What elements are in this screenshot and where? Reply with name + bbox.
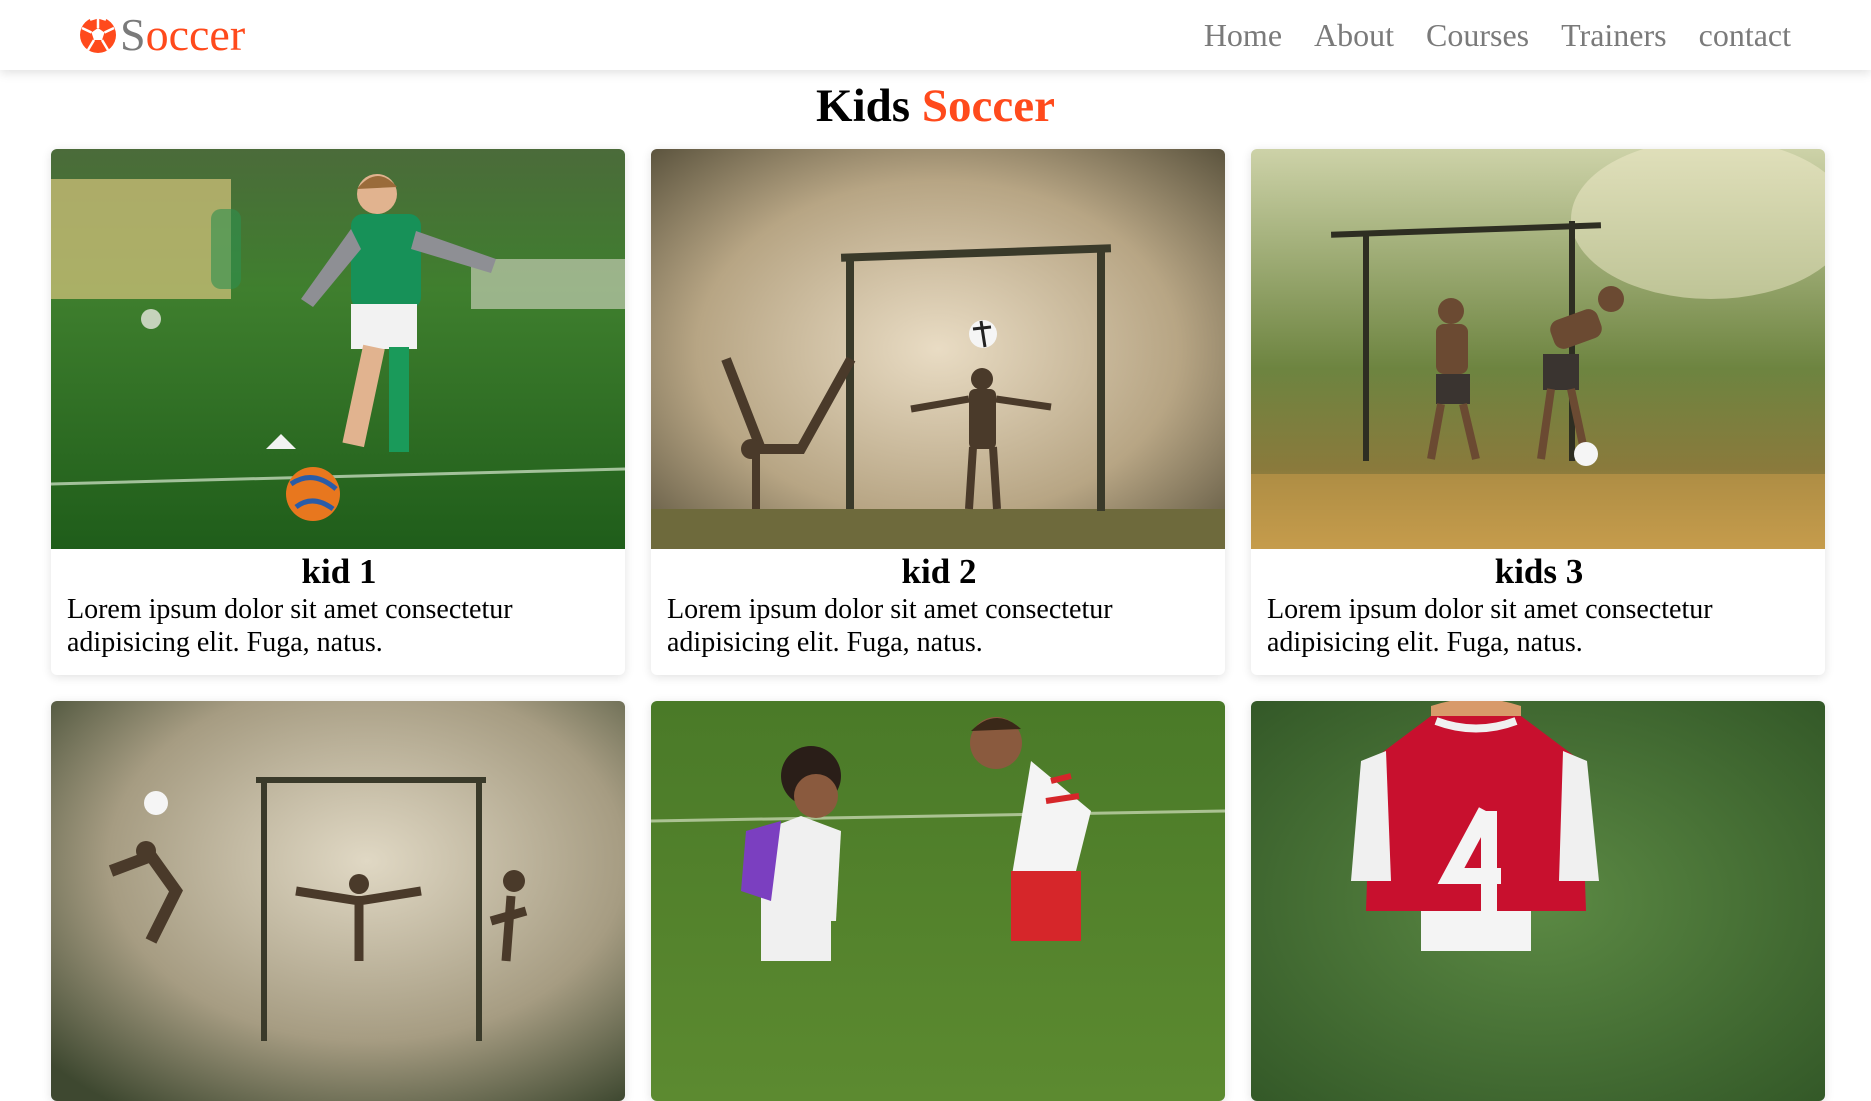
card-image-kid-6 — [1251, 701, 1825, 1101]
brand-name: Soccer — [120, 12, 245, 58]
nav-link-contact[interactable]: contact — [1699, 19, 1791, 51]
card-kid-6 — [1251, 701, 1825, 1101]
card-body: kid 2 Lorem ipsum dolor sit amet consect… — [651, 549, 1225, 675]
card-title: kid 1 — [301, 552, 377, 591]
soccer-ball-icon — [80, 15, 116, 53]
nav-links: Home About Courses Trainers contact — [1172, 19, 1791, 51]
nav-link-trainers[interactable]: Trainers — [1561, 19, 1666, 51]
navbar: Soccer Home About Courses Trainers conta… — [0, 0, 1871, 70]
card-text: Lorem ipsum dolor sit amet consectetur a… — [1267, 594, 1713, 658]
card-image-kids-3 — [1251, 149, 1825, 549]
brand-name-accent: occer — [145, 9, 246, 60]
card-kids-3: kids 3 Lorem ipsum dolor sit amet consec… — [1251, 149, 1825, 675]
card-image-kid-2 — [651, 149, 1225, 549]
card-kid-1: kid 1 Lorem ipsum dolor sit amet consect… — [51, 149, 625, 675]
card-title: kids 3 — [1494, 552, 1584, 591]
card-text: Lorem ipsum dolor sit amet consectetur a… — [67, 594, 513, 658]
card-kid-4 — [51, 701, 625, 1101]
card-title: kid 2 — [901, 552, 977, 591]
card-image-kid-4 — [51, 701, 625, 1101]
card-image-kid-1 — [51, 149, 625, 549]
brand-name-prefix: S — [120, 9, 146, 60]
card-text: Lorem ipsum dolor sit amet consectetur a… — [667, 594, 1113, 658]
section-title-accent: Soccer — [921, 80, 1055, 132]
card-image-kid-5 — [651, 701, 1225, 1101]
card-kid-5 — [651, 701, 1225, 1101]
cards-grid: kid 1 Lorem ipsum dolor sit amet consect… — [51, 149, 1825, 1101]
nav-link-courses[interactable]: Courses — [1426, 19, 1529, 51]
brand-logo-link[interactable]: Soccer — [78, 12, 245, 58]
card-body: kids 3 Lorem ipsum dolor sit amet consec… — [1251, 549, 1825, 675]
nav-link-about[interactable]: About — [1314, 19, 1394, 51]
section-title-part1: Kids — [816, 80, 922, 132]
nav-link-home[interactable]: Home — [1204, 19, 1282, 51]
section-title: Kids Soccer — [0, 80, 1871, 132]
card-body: kid 1 Lorem ipsum dolor sit amet consect… — [51, 549, 625, 675]
card-kid-2: kid 2 Lorem ipsum dolor sit amet consect… — [651, 149, 1225, 675]
